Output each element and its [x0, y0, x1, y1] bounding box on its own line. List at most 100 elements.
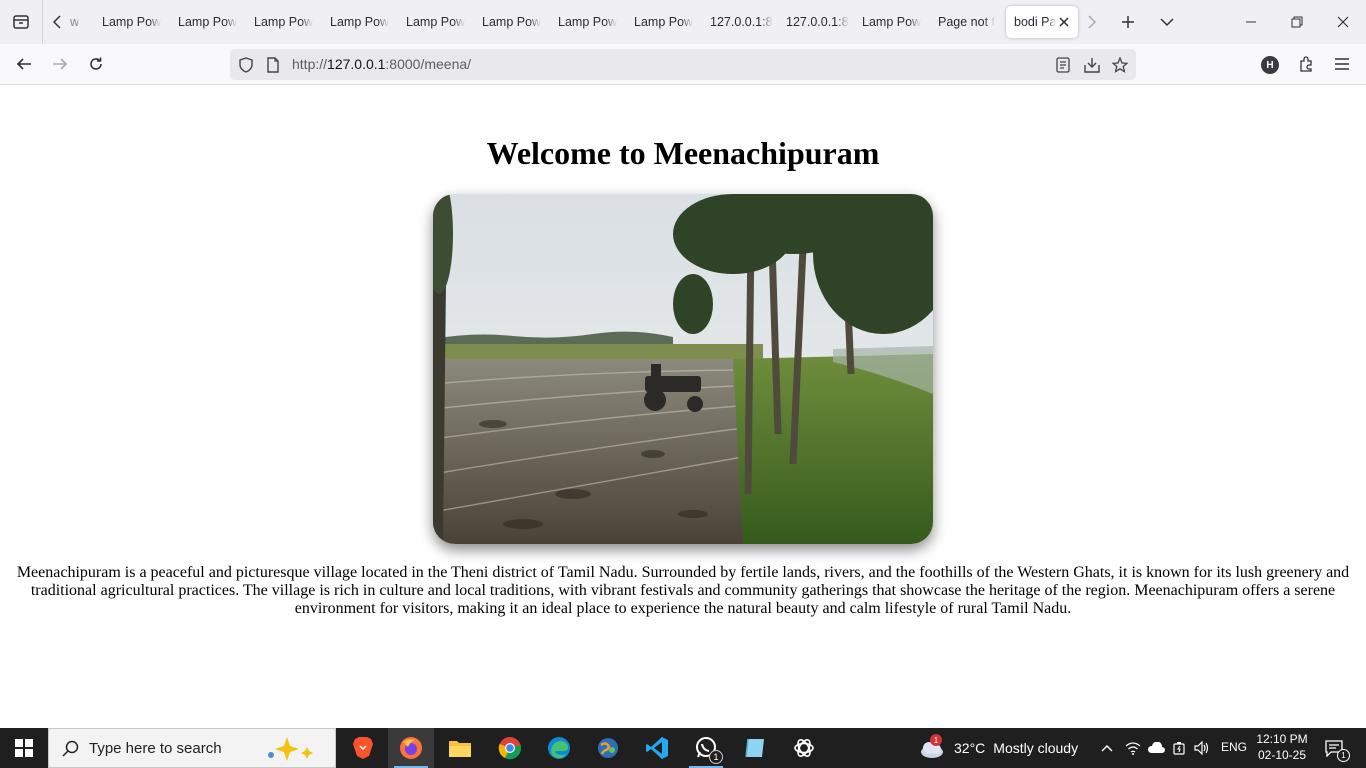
tab-active[interactable]: bodi Pa — [1006, 6, 1078, 38]
clock-time: 12:10 PM — [1256, 732, 1308, 746]
weather-widget[interactable]: 1 32°C Mostly cloudy — [918, 728, 1078, 768]
bookmark-button[interactable] — [1110, 55, 1130, 75]
vscode-icon — [646, 737, 668, 759]
tab-localhost-2[interactable]: 127.0.0.1:8 — [778, 6, 850, 38]
close-window-button[interactable] — [1320, 0, 1366, 44]
tab-lamp-5[interactable]: Lamp Pow — [398, 6, 470, 38]
arrow-right-icon — [53, 58, 68, 70]
village-field-image — [433, 194, 933, 544]
notification-count-badge: 1 — [1337, 749, 1350, 762]
reload-button[interactable] — [81, 49, 111, 79]
battery-charging-icon — [1173, 742, 1185, 755]
reader-view-button[interactable] — [1053, 55, 1073, 75]
chevron-down-icon — [1160, 18, 1174, 27]
tab-lamp-2[interactable]: Lamp Pow — [170, 6, 242, 38]
list-all-tabs-button[interactable] — [1152, 7, 1182, 37]
shield-icon — [239, 57, 253, 73]
account-avatar[interactable]: H — [1261, 56, 1279, 74]
vscode-taskbar-button[interactable] — [634, 728, 680, 768]
page-info-icon[interactable] — [263, 55, 283, 75]
tab-label: w — [70, 15, 80, 29]
tab-label: Lamp Pow — [406, 15, 466, 29]
tab-localhost-1[interactable]: 127.0.0.1:8 — [702, 6, 774, 38]
app-menu-button[interactable] — [1327, 49, 1357, 79]
reader-view-icon — [1056, 57, 1070, 73]
firefox-taskbar-button[interactable] — [388, 728, 434, 768]
file-explorer-taskbar-button[interactable] — [437, 728, 483, 768]
close-icon — [1337, 16, 1349, 28]
chatgpt-icon — [794, 739, 814, 757]
back-button[interactable] — [9, 49, 39, 79]
search-placeholder: Type here to search — [89, 740, 222, 757]
url-text[interactable]: http://127.0.0.1:8000/meena/ — [292, 56, 471, 72]
tab-lamp-9[interactable]: Lamp Pow — [854, 6, 926, 38]
onedrive-status[interactable] — [1146, 738, 1166, 758]
tab-lamp-3[interactable]: Lamp Pow — [246, 6, 318, 38]
url-path: :8000/meena/ — [385, 56, 472, 72]
globe-app-taskbar-button[interactable] — [585, 728, 631, 768]
address-bar[interactable]: http://127.0.0.1:8000/meena/ — [230, 49, 1136, 80]
web-page: Welcome to Meenachipuram Meenachipuram i… — [0, 85, 1366, 728]
onedrive-cloud-icon — [1148, 742, 1165, 753]
tab-lamp-7[interactable]: Lamp Pow — [550, 6, 622, 38]
close-icon — [1059, 17, 1069, 27]
wifi-status[interactable] — [1123, 738, 1143, 758]
wifi-icon — [1125, 742, 1141, 755]
edge-taskbar-button[interactable] — [536, 728, 582, 768]
tab-label: Lamp Pow — [254, 15, 314, 29]
chrome-icon — [498, 737, 521, 760]
reload-icon — [90, 57, 102, 70]
restore-button[interactable] — [1274, 0, 1320, 44]
tab-label: Page not f — [938, 15, 995, 29]
url-host: 127.0.0.1 — [327, 56, 386, 72]
tracking-protection-icon[interactable] — [236, 55, 256, 75]
close-tab-button[interactable] — [1056, 14, 1072, 30]
tab-label: Lamp Pow — [178, 15, 238, 29]
restore-icon — [1291, 16, 1303, 28]
tab-lamp-8[interactable]: Lamp Pow — [626, 6, 698, 38]
cloud-icon: 1 — [918, 734, 946, 760]
new-tab-button[interactable] — [1113, 7, 1143, 37]
search-icon — [61, 739, 81, 759]
windows-taskbar: Type here to search 1 1 32°C Mostly clou… — [0, 728, 1366, 768]
chevron-up-icon — [1101, 745, 1113, 752]
weather-temperature: 32°C — [954, 740, 986, 756]
tab-overview-button[interactable] — [6, 7, 36, 37]
notes-app-taskbar-button[interactable] — [732, 728, 778, 768]
start-button[interactable] — [0, 728, 48, 768]
scroll-tabs-right-button[interactable] — [1080, 7, 1104, 37]
tab-lamp-4[interactable]: Lamp Pow — [322, 6, 394, 38]
chevron-right-icon — [1088, 15, 1097, 29]
battery-status[interactable] — [1170, 738, 1190, 758]
star-icon — [1112, 57, 1128, 73]
tab-lamp-1[interactable]: Lamp Pow — [94, 6, 166, 38]
input-language[interactable]: ENG — [1221, 740, 1247, 754]
tab-partial[interactable]: w — [64, 6, 86, 38]
hamburger-menu-icon — [1335, 58, 1349, 70]
globe-app-icon — [598, 738, 618, 758]
extensions-button[interactable] — [1291, 49, 1321, 79]
volume-control[interactable] — [1192, 738, 1212, 758]
show-hidden-icons-button[interactable] — [1097, 738, 1117, 758]
plus-icon — [1122, 16, 1134, 28]
chrome-taskbar-button[interactable] — [487, 728, 533, 768]
chatgpt-taskbar-button[interactable] — [781, 728, 827, 768]
page-title: Welcome to Meenachipuram — [486, 135, 880, 171]
tab-lamp-6[interactable]: Lamp Pow — [474, 6, 546, 38]
village-description: Meenachipuram is a peaceful and pictures… — [16, 564, 1350, 617]
puzzle-icon — [1300, 56, 1312, 72]
forward-button[interactable] — [45, 49, 75, 79]
firefox-icon — [400, 737, 422, 759]
save-to-pocket-button[interactable] — [1082, 55, 1102, 75]
notification-center-button[interactable]: 1 — [1324, 738, 1350, 762]
tab-label: 127.0.0.1:8 — [786, 15, 849, 29]
whatsapp-unread-badge: 1 — [709, 750, 723, 764]
speaker-icon — [1194, 741, 1209, 755]
taskbar-search-box[interactable]: Type here to search — [48, 728, 336, 768]
system-clock[interactable]: 12:10 PM 02-10-25 — [1250, 731, 1314, 763]
minimize-button[interactable] — [1228, 0, 1274, 44]
brave-taskbar-button[interactable] — [340, 728, 386, 768]
tab-page-not-found[interactable]: Page not f — [930, 6, 1002, 38]
whatsapp-taskbar-button[interactable]: 1 — [683, 728, 729, 768]
clock-date: 02-10-25 — [1257, 748, 1307, 762]
